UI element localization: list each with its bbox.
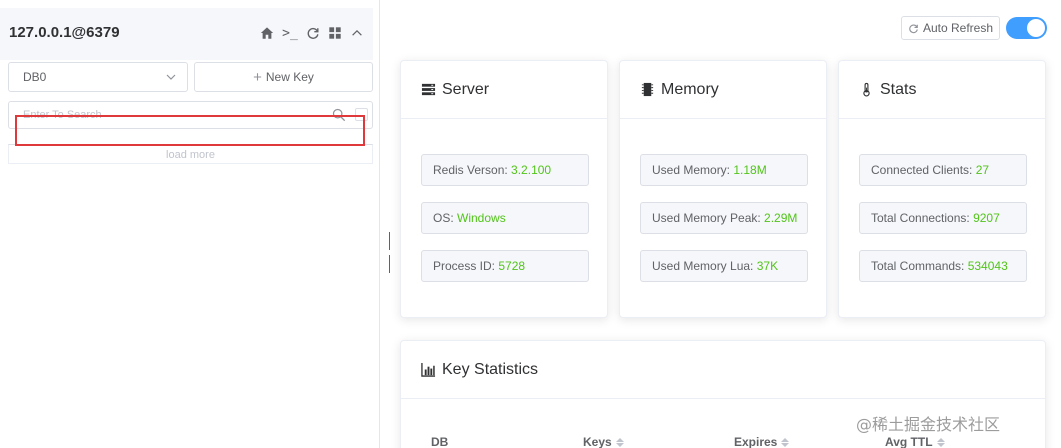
stat-redis-version: Redis Verson: 3.2.100 [421, 154, 589, 186]
watermark: @稀土掘金技术社区 [856, 415, 1001, 434]
stat-process-id: Process ID: 5728 [421, 250, 589, 282]
stat-used-memory-lua: Used Memory Lua: 37K [640, 250, 808, 282]
sort-icon[interactable] [615, 437, 624, 447]
column-header-expires[interactable]: Expires [734, 435, 790, 448]
stat-connected-clients: Connected Clients: 27 [859, 154, 1027, 186]
column-header-db: DB [431, 435, 449, 448]
stat-total-commands: Total Commands: 534043 [859, 250, 1027, 282]
server-icon [421, 83, 436, 96]
stat-total-connections: Total Connections: 9207 [859, 202, 1027, 234]
stat-used-memory: Used Memory: 1.18M [640, 154, 808, 186]
server-card-header: Server [401, 61, 607, 119]
memory-card-title: Memory [661, 80, 719, 98]
chevron-down-icon [166, 74, 176, 80]
new-key-button[interactable]: + New Key [194, 62, 373, 92]
terminal-icon[interactable]: >_ [281, 25, 299, 41]
server-card: Server Redis Verson: 3.2.100 OS: Windows… [400, 60, 608, 318]
auto-refresh-button[interactable]: Auto Refresh [901, 16, 1000, 40]
sidebar: 127.0.0.1@6379 >_ DB0 + New Key Enter To… [0, 0, 380, 448]
stats-card: Stats Connected Clients: 27 Total Connec… [838, 60, 1046, 318]
home-icon[interactable] [259, 25, 275, 41]
stat-used-memory-peak: Used Memory Peak: 2.29M [640, 202, 808, 234]
panel-resize-handle[interactable] [389, 232, 394, 273]
db-select[interactable]: DB0 [8, 62, 188, 92]
column-header-avg-ttl[interactable]: Avg TTL [885, 435, 945, 448]
plus-icon: + [253, 68, 262, 86]
connection-toolbar: >_ [259, 25, 365, 41]
server-card-title: Server [442, 80, 490, 98]
app-root: 127.0.0.1@6379 >_ DB0 + New Key Enter To… [0, 0, 1061, 448]
auto-refresh-label: Auto Refresh [922, 21, 994, 35]
key-statistics-header: Key Statistics [401, 341, 1045, 399]
memory-card-header: Memory [620, 61, 826, 119]
sort-icon[interactable] [781, 437, 790, 447]
connection-title: 127.0.0.1@6379 [9, 24, 120, 41]
connection-header[interactable]: 127.0.0.1@6379 >_ [0, 8, 373, 60]
db-select-value: DB0 [23, 70, 47, 84]
thermometer-icon [863, 82, 870, 97]
column-header-keys[interactable]: Keys [583, 435, 624, 448]
memory-card: Memory Used Memory: 1.18M Used Memory Pe… [619, 60, 827, 318]
refresh-icon [909, 24, 918, 33]
new-key-label: New Key [265, 70, 314, 84]
chevron-up-icon[interactable] [349, 25, 365, 41]
stat-os: OS: Windows [421, 202, 589, 234]
highlight-annotation-box [15, 115, 365, 146]
key-statistics-title: Key Statistics [442, 360, 539, 378]
auto-refresh-toggle[interactable] [1006, 17, 1047, 39]
stats-card-title: Stats [880, 80, 917, 98]
grid-icon[interactable] [327, 25, 343, 41]
toggle-knob [1027, 19, 1045, 37]
refresh-icon[interactable] [305, 25, 321, 41]
sort-icon[interactable] [936, 437, 945, 447]
bar-chart-icon [421, 362, 436, 377]
load-more-button[interactable]: load more [8, 144, 373, 164]
memory-chip-icon [641, 82, 654, 97]
stats-card-header: Stats [839, 61, 1045, 119]
